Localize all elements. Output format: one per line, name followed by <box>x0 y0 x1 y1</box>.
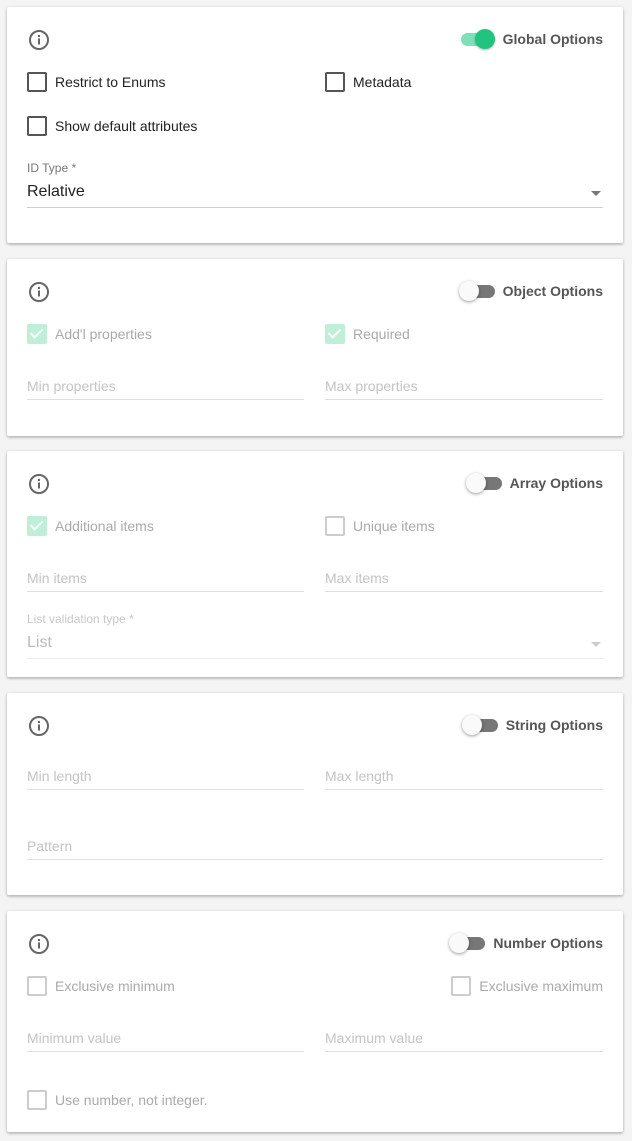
info-icon[interactable] <box>27 28 51 52</box>
checkbox-box <box>27 1090 47 1110</box>
checkbox-label: Unique items <box>353 518 435 534</box>
min-length-input: Min length <box>27 760 304 790</box>
object-options-card: Object Options Add'l properties Required… <box>7 259 623 436</box>
metadata-checkbox[interactable]: Metadata <box>325 72 411 92</box>
minimum-value-input: Minimum value <box>27 1022 304 1052</box>
checkbox-box[interactable] <box>27 116 47 136</box>
max-length-input: Max length <box>325 760 603 790</box>
use-number-checkbox: Use number, not integer. <box>27 1090 208 1110</box>
checkbox-label: Additional items <box>55 518 154 534</box>
string-options-card: String Options Min length Max length Pat… <box>7 693 623 895</box>
checkbox-box[interactable] <box>325 72 345 92</box>
restrict-enums-checkbox[interactable]: Restrict to Enums <box>27 72 165 92</box>
checkbox-label: Metadata <box>353 74 412 90</box>
checkbox-label: Exclusive minimum <box>55 978 175 994</box>
max-items-input: Max items <box>325 562 603 592</box>
array-options-toggle[interactable]: Array Options <box>465 473 603 493</box>
list-validation-select: List validation type * List <box>27 612 603 659</box>
checkbox-label: Use number, not integer. <box>55 1092 208 1108</box>
global-options-card: Global Options Restrict to Enums Metadat… <box>7 7 623 243</box>
list-validation-label: List validation type * <box>27 612 134 626</box>
placeholder: Min properties <box>27 378 116 394</box>
max-properties-input: Max properties <box>325 370 603 400</box>
array-options-card: Array Options Additional items Unique it… <box>7 451 623 677</box>
global-options-toggle[interactable]: Global Options <box>459 29 603 49</box>
toggle-label: Number Options <box>493 935 603 951</box>
checkbox-label: Exclusive maximum <box>479 978 603 994</box>
chevron-down-icon <box>591 642 601 647</box>
toggle-label: Object Options <box>502 283 603 299</box>
number-options-card: Number Options Exclusive minimum Exclusi… <box>7 911 623 1132</box>
id-type-label: ID Type * <box>27 161 77 175</box>
pattern-input: Pattern <box>27 830 603 860</box>
placeholder: Min items <box>27 570 87 586</box>
toggle-switch[interactable] <box>461 715 498 735</box>
placeholder: Max properties <box>325 378 418 394</box>
checkbox-label: Add'l properties <box>55 326 152 342</box>
placeholder: Max items <box>325 570 389 586</box>
select-value-row[interactable]: Relative <box>27 175 603 208</box>
placeholder: Pattern <box>27 838 73 854</box>
object-options-toggle[interactable]: Object Options <box>458 281 603 301</box>
placeholder: Min length <box>27 768 92 784</box>
show-default-attributes-checkbox[interactable]: Show default attributes <box>27 116 197 136</box>
toggle-label: Global Options <box>502 31 603 47</box>
toggle-switch[interactable] <box>458 281 495 301</box>
toggle-label: Array Options <box>509 475 603 491</box>
toggle-label: String Options <box>505 717 603 733</box>
select-value-row: List <box>27 626 603 659</box>
toggle-switch[interactable] <box>465 473 502 493</box>
checkbox-box <box>27 516 47 536</box>
checkbox-box <box>27 324 47 344</box>
number-options-toggle[interactable]: Number Options <box>449 933 603 953</box>
toggle-switch[interactable] <box>459 29 495 49</box>
placeholder: Maximum value <box>325 1030 424 1046</box>
info-icon[interactable] <box>27 472 51 496</box>
checkbox-box <box>325 516 345 536</box>
checkbox-box <box>325 324 345 344</box>
additional-items-checkbox: Additional items <box>27 516 154 536</box>
required-checkbox: Required <box>325 324 410 344</box>
checkbox-label: Show default attributes <box>55 118 198 134</box>
placeholder: Max length <box>325 768 394 784</box>
toggle-switch[interactable] <box>449 933 486 953</box>
list-validation-value: List <box>27 634 52 651</box>
addl-properties-checkbox: Add'l properties <box>27 324 152 344</box>
exclusive-maximum-checkbox: Exclusive maximum <box>451 976 603 996</box>
placeholder: Minimum value <box>27 1030 122 1046</box>
string-options-toggle[interactable]: String Options <box>461 715 603 735</box>
min-properties-input: Min properties <box>27 370 304 400</box>
checkbox-label: Required <box>353 326 410 342</box>
checkbox-box <box>451 976 472 996</box>
id-type-select[interactable]: ID Type * Relative <box>27 161 603 208</box>
checkbox-box <box>27 976 47 996</box>
info-icon[interactable] <box>27 280 51 304</box>
info-icon[interactable] <box>27 932 51 956</box>
checkbox-box[interactable] <box>27 72 47 92</box>
info-icon[interactable] <box>27 714 51 738</box>
min-items-input: Min items <box>27 562 304 592</box>
chevron-down-icon[interactable] <box>591 191 601 196</box>
checkbox-label: Restrict to Enums <box>55 74 166 90</box>
maximum-value-input: Maximum value <box>325 1022 603 1052</box>
exclusive-minimum-checkbox: Exclusive minimum <box>27 976 175 996</box>
id-type-value: Relative <box>27 183 85 200</box>
unique-items-checkbox: Unique items <box>325 516 435 536</box>
